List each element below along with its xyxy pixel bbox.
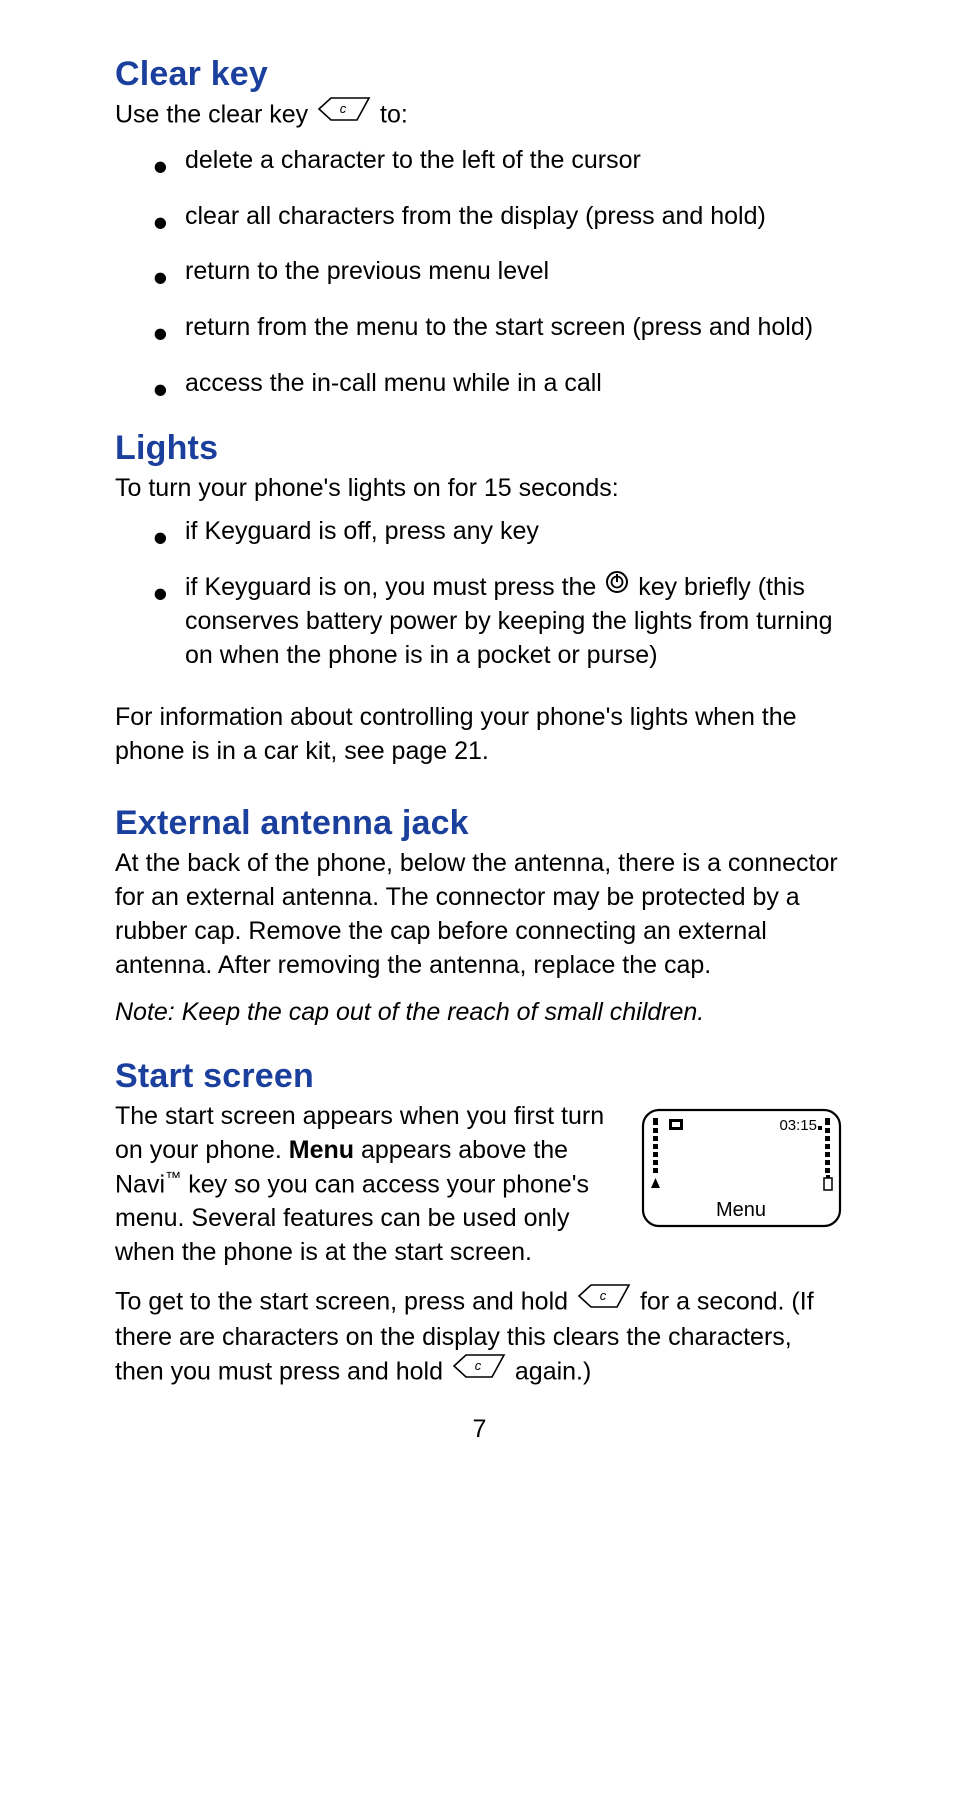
- clear-key-icon: c: [452, 1353, 506, 1389]
- clear-key-icon: c: [317, 96, 371, 132]
- manual-page: Clear key Use the clear key c to: delete…: [0, 0, 954, 1484]
- antenna-para: At the back of the phone, below the ante…: [115, 847, 844, 982]
- list-item: delete a character to the left of the cu…: [155, 144, 844, 178]
- power-key-icon: [605, 570, 629, 604]
- heading-start-screen: Start screen: [115, 1057, 844, 1096]
- list-item: clear all characters from the display (p…: [155, 200, 844, 234]
- phone-display-illustration: 03:15 Menu: [639, 1104, 844, 1232]
- list-item: access the in-call menu while in a call: [155, 367, 844, 401]
- svg-text:c: c: [475, 1358, 482, 1373]
- heading-lights: Lights: [115, 429, 844, 468]
- heading-antenna: External antenna jack: [115, 804, 844, 843]
- list-item: if Keyguard is off, press any key: [155, 515, 844, 549]
- page-number: 7: [115, 1415, 844, 1444]
- lights-para: For information about controlling your p…: [115, 701, 844, 769]
- heading-clear-key: Clear key: [115, 55, 844, 94]
- list-item: return to the previous menu level: [155, 255, 844, 289]
- clear-key-intro: Use the clear key c to:: [115, 98, 844, 134]
- antenna-note: Note: Keep the cap out of the reach of s…: [115, 998, 844, 1027]
- start-screen-para2: To get to the start screen, press and ho…: [115, 1285, 844, 1390]
- svg-text:c: c: [340, 101, 347, 116]
- svg-text:c: c: [600, 1288, 607, 1303]
- phone-time-text: 03:15: [779, 1117, 817, 1134]
- clear-key-icon: c: [577, 1283, 631, 1319]
- lights-bullets: if Keyguard is off, press any key if Key…: [115, 515, 844, 673]
- phone-softkey-text: Menu: [716, 1199, 766, 1221]
- clear-key-bullets: delete a character to the left of the cu…: [115, 144, 844, 401]
- list-item: if Keyguard is on, you must press the ke…: [155, 571, 844, 673]
- lights-intro: To turn your phone's lights on for 15 se…: [115, 472, 844, 506]
- list-item: return from the menu to the start screen…: [155, 311, 844, 345]
